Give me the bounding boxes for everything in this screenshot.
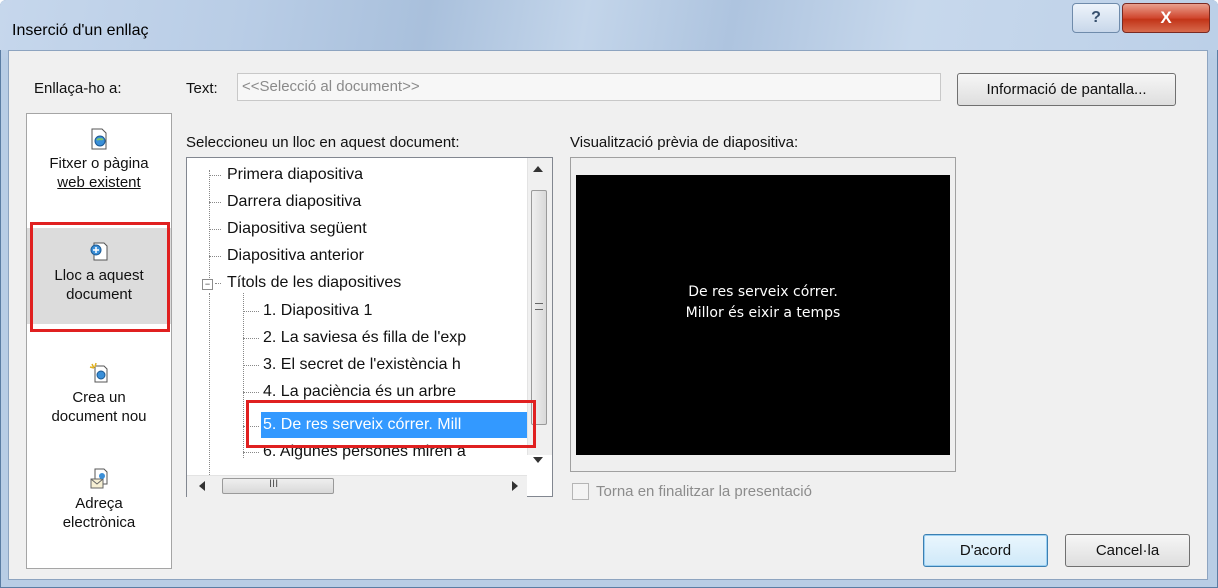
vertical-scroll-thumb[interactable]	[531, 190, 547, 425]
help-button[interactable]: ?	[1072, 3, 1120, 33]
scroll-down-icon[interactable]	[533, 457, 543, 463]
link-create-document-label-2: document nou	[51, 408, 147, 425]
tree-line	[209, 175, 221, 176]
highlight-box	[30, 222, 170, 332]
scroll-right-icon[interactable]	[512, 481, 518, 491]
screen-tip-button[interactable]: Informació de pantalla...	[957, 73, 1176, 106]
close-button[interactable]: X	[1122, 3, 1210, 33]
tree-item-last-slide[interactable]: Darrera diapositiva	[227, 189, 361, 215]
link-to-label: Enllaça-ho a:	[34, 80, 122, 97]
web-page-icon	[88, 128, 110, 150]
tree-item-first-slide[interactable]: Primera diapositiva	[227, 162, 363, 188]
tree-item-previous-slide[interactable]: Diapositiva anterior	[227, 243, 364, 269]
link-to-bar: Fitxer o pàgina web existent Lloc a aque…	[26, 113, 172, 569]
help-icon: ?	[1091, 9, 1101, 26]
tree-item-slide-2[interactable]: 2. La saviesa és filla de l'exp	[263, 325, 466, 351]
slide-preview: De res serveix córrer. Millor és eixir a…	[576, 175, 950, 455]
link-email-address-label-2: electrònica	[62, 514, 136, 531]
tree-item-slide-3[interactable]: 3. El secret de l'existència h	[263, 352, 461, 378]
tree-line	[243, 392, 259, 393]
return-after-show-label: Torna en finalitzar la presentació	[596, 483, 812, 500]
scroll-up-icon[interactable]	[533, 166, 543, 172]
scroll-left-icon[interactable]	[199, 481, 205, 491]
horizontal-scroll-thumb[interactable]: III	[222, 478, 334, 494]
place-in-document-label: Seleccioneu un lloc en aquest document:	[186, 134, 460, 151]
tree-line	[209, 202, 221, 203]
tree-line	[243, 311, 259, 312]
text-to-display-field[interactable]: <<Selecció al document>>	[237, 73, 941, 101]
link-email-address-button[interactable]: Adreça electrònica	[27, 468, 171, 532]
title-bar[interactable]: Inserció d'un enllaç ? X	[0, 0, 1218, 50]
tree-line	[209, 229, 221, 230]
new-document-icon	[88, 362, 110, 384]
link-email-address-label-1: Adreça	[75, 495, 123, 512]
tree-line	[243, 365, 259, 366]
window-title: Inserció d'un enllaç	[12, 22, 149, 39]
grip-icon	[535, 303, 543, 310]
link-existing-file-label-2: web existent	[57, 174, 141, 191]
link-create-document-button[interactable]: Crea un document nou	[27, 362, 171, 426]
cancel-button[interactable]: Cancel·la	[1065, 534, 1190, 567]
tree-line	[209, 293, 210, 496]
slide-preview-line-2: Millor és eixir a temps	[685, 305, 841, 321]
tree-line	[209, 170, 210, 282]
email-icon	[88, 468, 110, 490]
tree-item-next-slide[interactable]: Diapositiva següent	[227, 216, 367, 242]
slide-preview-label: Visualització prèvia de diapositiva:	[570, 134, 799, 151]
link-create-document-label-1: Crea un	[72, 389, 126, 406]
grip-icon: III	[269, 478, 279, 490]
text-label: Text:	[186, 80, 218, 97]
tree-line	[243, 338, 259, 339]
link-existing-file-label-1: Fitxer o pàgina	[49, 155, 149, 172]
collapse-icon[interactable]: −	[202, 279, 213, 290]
highlight-box	[246, 400, 536, 448]
tree-line	[215, 283, 221, 284]
link-existing-file-button[interactable]: Fitxer o pàgina web existent	[27, 128, 171, 192]
slide-preview-line-1: De res serveix córrer.	[688, 284, 838, 300]
tree-line	[243, 452, 259, 453]
ok-button[interactable]: D'acord	[923, 534, 1048, 567]
tree-item-slide-titles[interactable]: Títols de les diapositives	[227, 270, 401, 296]
close-icon: X	[1160, 8, 1172, 27]
tree-line	[209, 256, 221, 257]
tree-line	[243, 293, 244, 458]
return-after-show-checkbox[interactable]	[572, 483, 589, 500]
tree-item-slide-1[interactable]: 1. Diapositiva 1	[263, 298, 372, 324]
